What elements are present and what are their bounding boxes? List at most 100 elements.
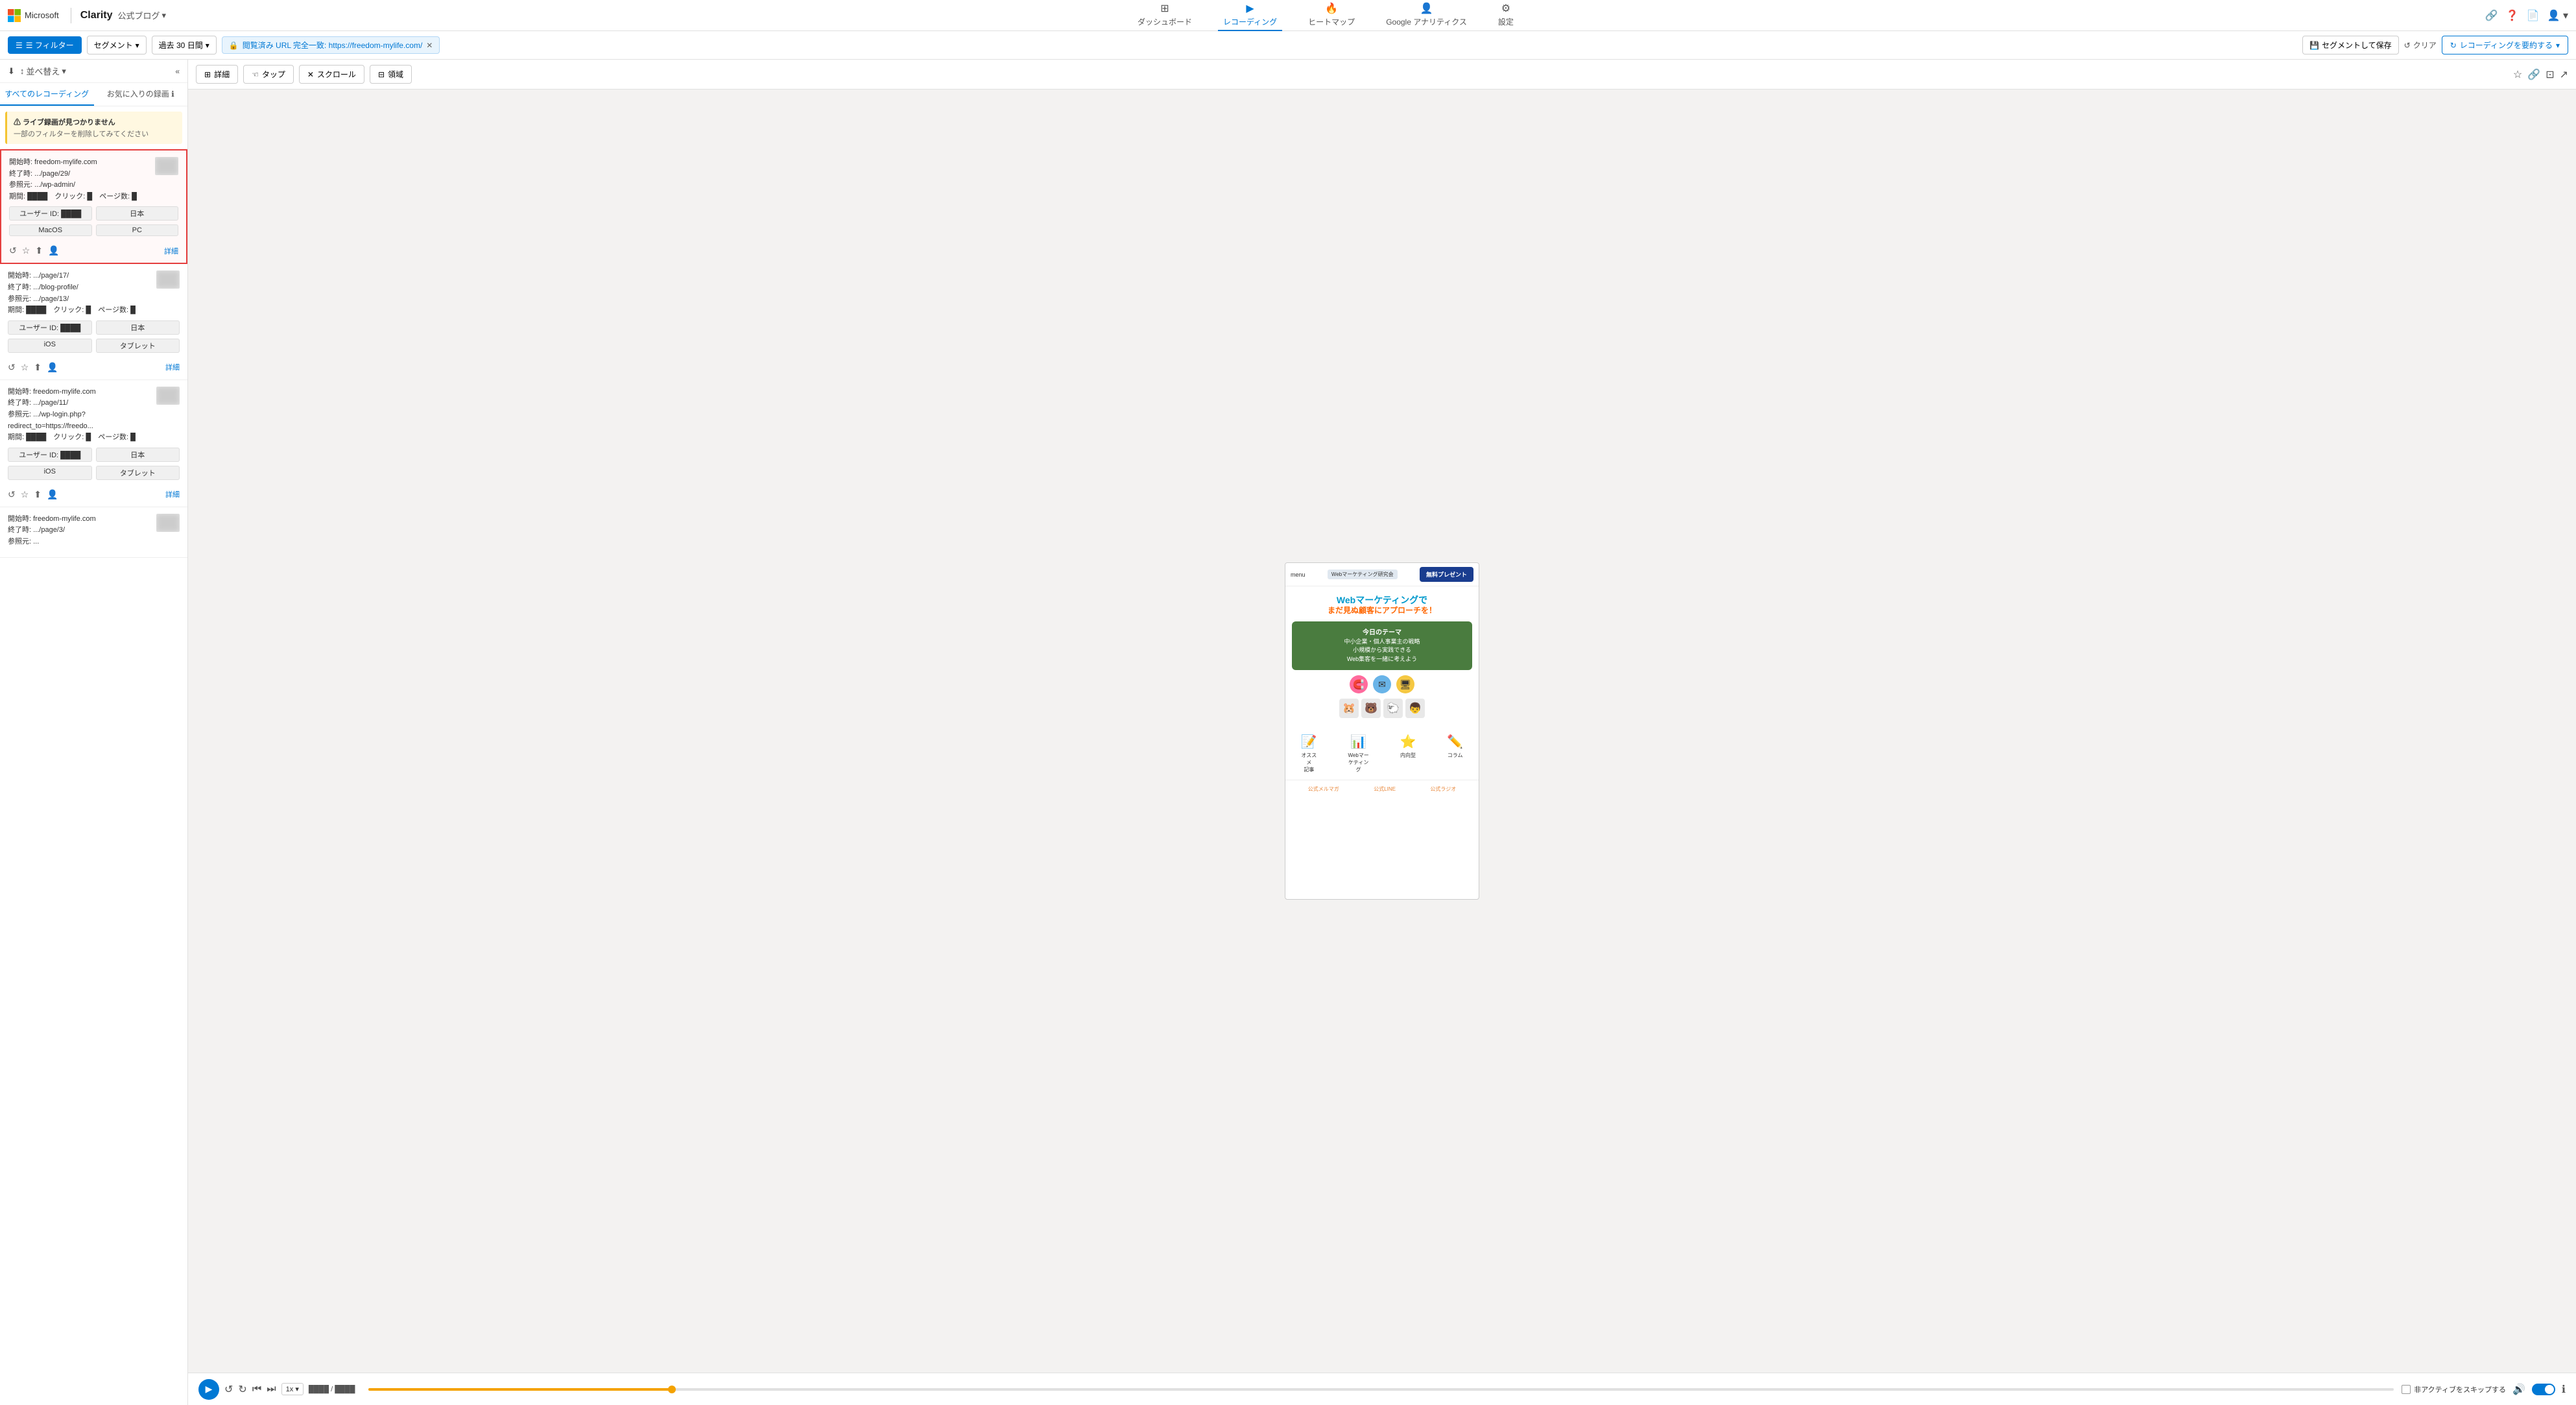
- recording-period: 期間: ████ クリック: █ ページ数: █: [8, 432, 156, 444]
- segment-button[interactable]: セグメント ▾: [87, 36, 147, 54]
- expand-icon[interactable]: ⊡: [2546, 68, 2554, 81]
- replay-icon[interactable]: ↺: [8, 489, 16, 500]
- preview-categories: 📝 オススメ記事 📊 Webマーケティング ⭐ 内向型 ✏️ コラム: [1285, 734, 1479, 773]
- star-icon[interactable]: ☆: [21, 489, 29, 500]
- share-icon[interactable]: ⬆: [34, 489, 42, 500]
- user-icon[interactable]: 👤: [47, 489, 58, 500]
- nav-tab-recording[interactable]: ▶︎ レコーディング: [1218, 0, 1282, 31]
- footer-link-line[interactable]: 公式LINE: [1374, 786, 1396, 793]
- share-icon[interactable]: ⬆: [34, 362, 42, 373]
- tab-all-recordings[interactable]: すべてのレコーディング: [0, 83, 94, 106]
- recording-item-header: 開始時: .../page/17/ 終了時: .../blog-profile/…: [8, 270, 180, 316]
- clear-button[interactable]: ↺ クリア: [2404, 40, 2437, 51]
- mascot-1: 🐹: [1339, 699, 1359, 718]
- os-tag: iOS: [8, 466, 92, 480]
- alert-subtitle: 一部のフィルターを削除してみてください: [14, 128, 176, 139]
- url-filter-tag: 🔒 閲覧済み URL 完全一致: https://freedom-mylife.…: [222, 36, 440, 54]
- recording-info: 開始時: freedom-mylife.com 終了時: .../page/3/…: [8, 514, 96, 548]
- volume-icon[interactable]: 🔊: [2512, 1383, 2525, 1396]
- star-icon[interactable]: ☆: [21, 362, 29, 373]
- ms-logo: Microsoft: [8, 9, 59, 22]
- prev-button[interactable]: ⏮: [252, 1384, 261, 1395]
- audio-toggle[interactable]: [2532, 1384, 2555, 1395]
- left-tabs: すべてのレコーディング お気に入りの録画 ℹ: [0, 83, 187, 106]
- skip-back-button[interactable]: ↺: [224, 1383, 233, 1396]
- alert-title: ⚠ ライブ録画が見つかりません: [14, 117, 176, 127]
- replay-icon[interactable]: ↺: [9, 245, 17, 256]
- next-button[interactable]: ⏭: [267, 1384, 276, 1395]
- preview-cta-button[interactable]: 無料プレゼント: [1420, 567, 1473, 582]
- skip-fwd-icon: ↻: [238, 1384, 246, 1395]
- icon-blue: ✉: [1373, 675, 1391, 693]
- record-summary-button[interactable]: ↻ レコーディングを要約する ▾: [2442, 36, 2568, 54]
- download-button[interactable]: ⬇: [8, 66, 15, 77]
- play-button[interactable]: ▶: [198, 1379, 219, 1400]
- right-toolbar: ⊞ 詳細 ☜ タップ ✕ スクロール ⊟ 領域 ☆ 🔗 ⊡ ↗: [188, 60, 2576, 90]
- user-icon[interactable]: 👤: [48, 245, 59, 256]
- nav-tab-heatmap[interactable]: 🔥 ヒートマップ: [1303, 0, 1360, 31]
- recording-ref: 参照元: .../wp-login.php?redirect_to=https:…: [8, 409, 156, 432]
- next-icon: ⏭: [267, 1384, 276, 1395]
- share-icon[interactable]: ⬆: [35, 245, 43, 256]
- bookmark-icon[interactable]: ☆: [2513, 68, 2522, 81]
- skip-inactive: 非アクティブをスキップする: [2402, 1384, 2506, 1395]
- detail-link[interactable]: 詳細: [165, 489, 180, 499]
- recording-start: 開始時: freedom-mylife.com: [8, 514, 96, 525]
- alert-icon: ⚠: [14, 119, 23, 126]
- profile-icon[interactable]: 👤 ▾: [2547, 9, 2568, 22]
- recording-item[interactable]: 開始時: .../page/17/ 終了時: .../blog-profile/…: [0, 264, 187, 379]
- share-icon[interactable]: ↗: [2560, 68, 2568, 81]
- docs-icon[interactable]: 📄: [2527, 9, 2540, 22]
- tab-favorites[interactable]: お気に入りの録画 ℹ: [94, 83, 188, 106]
- recording-item[interactable]: 開始時: freedom-mylife.com 終了時: .../page/11…: [0, 380, 187, 507]
- preview-green-box: 今日のテーマ 中小企業・個人事業主の戦略 小規模から実践できる Web集客を一緒…: [1292, 621, 1472, 671]
- category-introvert: ⭐ 内向型: [1400, 734, 1416, 773]
- replay-icon[interactable]: ↺: [8, 362, 16, 373]
- os-tag: MacOS: [9, 224, 92, 236]
- filter-bar-right: 💾 セグメントして保存 ↺ クリア ↻ レコーディングを要約する ▾: [2302, 36, 2568, 54]
- view-scroll-button[interactable]: ✕ スクロール: [299, 65, 364, 84]
- star-icon[interactable]: ☆: [22, 245, 30, 256]
- detail-link[interactable]: 詳細: [164, 246, 178, 256]
- footer-link-magazine[interactable]: 公式メルマガ: [1308, 786, 1339, 793]
- days-filter-button[interactable]: 過去 30 日間 ▾: [152, 36, 217, 54]
- info-icon[interactable]: ℹ: [2562, 1383, 2566, 1396]
- icon-yellow: 🖥: [1396, 675, 1414, 693]
- progress-bar[interactable]: [368, 1388, 2394, 1391]
- recording-item[interactable]: 開始時: freedom-mylife.com 終了時: .../page/3/…: [0, 507, 187, 558]
- recording-thumbnail: [156, 387, 180, 405]
- recording-period: 期間: ████ クリック: █ ページ数: █: [8, 305, 136, 317]
- nav-blog-link[interactable]: 公式ブログ ▾: [118, 9, 167, 21]
- help-icon[interactable]: ❓: [2506, 9, 2519, 22]
- user-icon[interactable]: 👤: [47, 362, 58, 373]
- save-segment-button[interactable]: 💾 セグメントして保存: [2302, 36, 2399, 54]
- tap-icon: ☜: [252, 70, 259, 79]
- share-icon[interactable]: 🔗: [2485, 9, 2498, 22]
- nav-tab-analytics[interactable]: 👤 Google アナリティクス: [1381, 0, 1472, 31]
- url-tag-close[interactable]: ✕: [426, 41, 433, 50]
- nav-tab-dashboard[interactable]: ⊞ ダッシュボード: [1132, 0, 1197, 31]
- nav-tab-settings[interactable]: ⚙ 設定: [1493, 0, 1519, 31]
- detail-link[interactable]: 詳細: [165, 362, 180, 372]
- view-area-button[interactable]: ⊟ 領域: [370, 65, 412, 84]
- recording-start: 開始時: freedom-mylife.com: [8, 387, 156, 398]
- speed-button[interactable]: 1x ▾: [281, 1383, 304, 1395]
- recording-start: 開始時: freedom-mylife.com: [9, 157, 137, 169]
- skip-inactive-checkbox[interactable]: [2402, 1385, 2411, 1394]
- view-detail-button[interactable]: ⊞ 詳細: [196, 65, 238, 84]
- mascot-2: 🐻: [1361, 699, 1381, 718]
- collapse-button[interactable]: «: [175, 67, 180, 76]
- skip-fwd-button[interactable]: ↻: [238, 1383, 246, 1396]
- filter-bar: ☰ ☰ フィルター セグメント ▾ 過去 30 日間 ▾ 🔒 閲覧済み URL …: [0, 31, 2576, 60]
- link-icon[interactable]: 🔗: [2527, 68, 2540, 81]
- right-panel: ⊞ 詳細 ☜ タップ ✕ スクロール ⊟ 領域 ☆ 🔗 ⊡ ↗: [188, 60, 2576, 1405]
- recording-ref: 参照元: ...: [8, 536, 96, 548]
- recording-thumbnail: [156, 270, 180, 289]
- sort-button[interactable]: ↕ 並べ替え ▾: [20, 65, 66, 77]
- preview-footer: 公式メルマガ 公式LINE 公式ラジオ: [1285, 780, 1479, 798]
- footer-link-radio[interactable]: 公式ラジオ: [1430, 786, 1456, 793]
- filter-button[interactable]: ☰ ☰ フィルター: [8, 36, 82, 54]
- recording-item[interactable]: 開始時: freedom-mylife.com 終了時: .../page/29…: [0, 149, 187, 264]
- alert-box: ⚠ ライブ録画が見つかりません 一部のフィルターを削除してみてください: [5, 112, 182, 144]
- view-tap-button[interactable]: ☜ タップ: [243, 65, 294, 84]
